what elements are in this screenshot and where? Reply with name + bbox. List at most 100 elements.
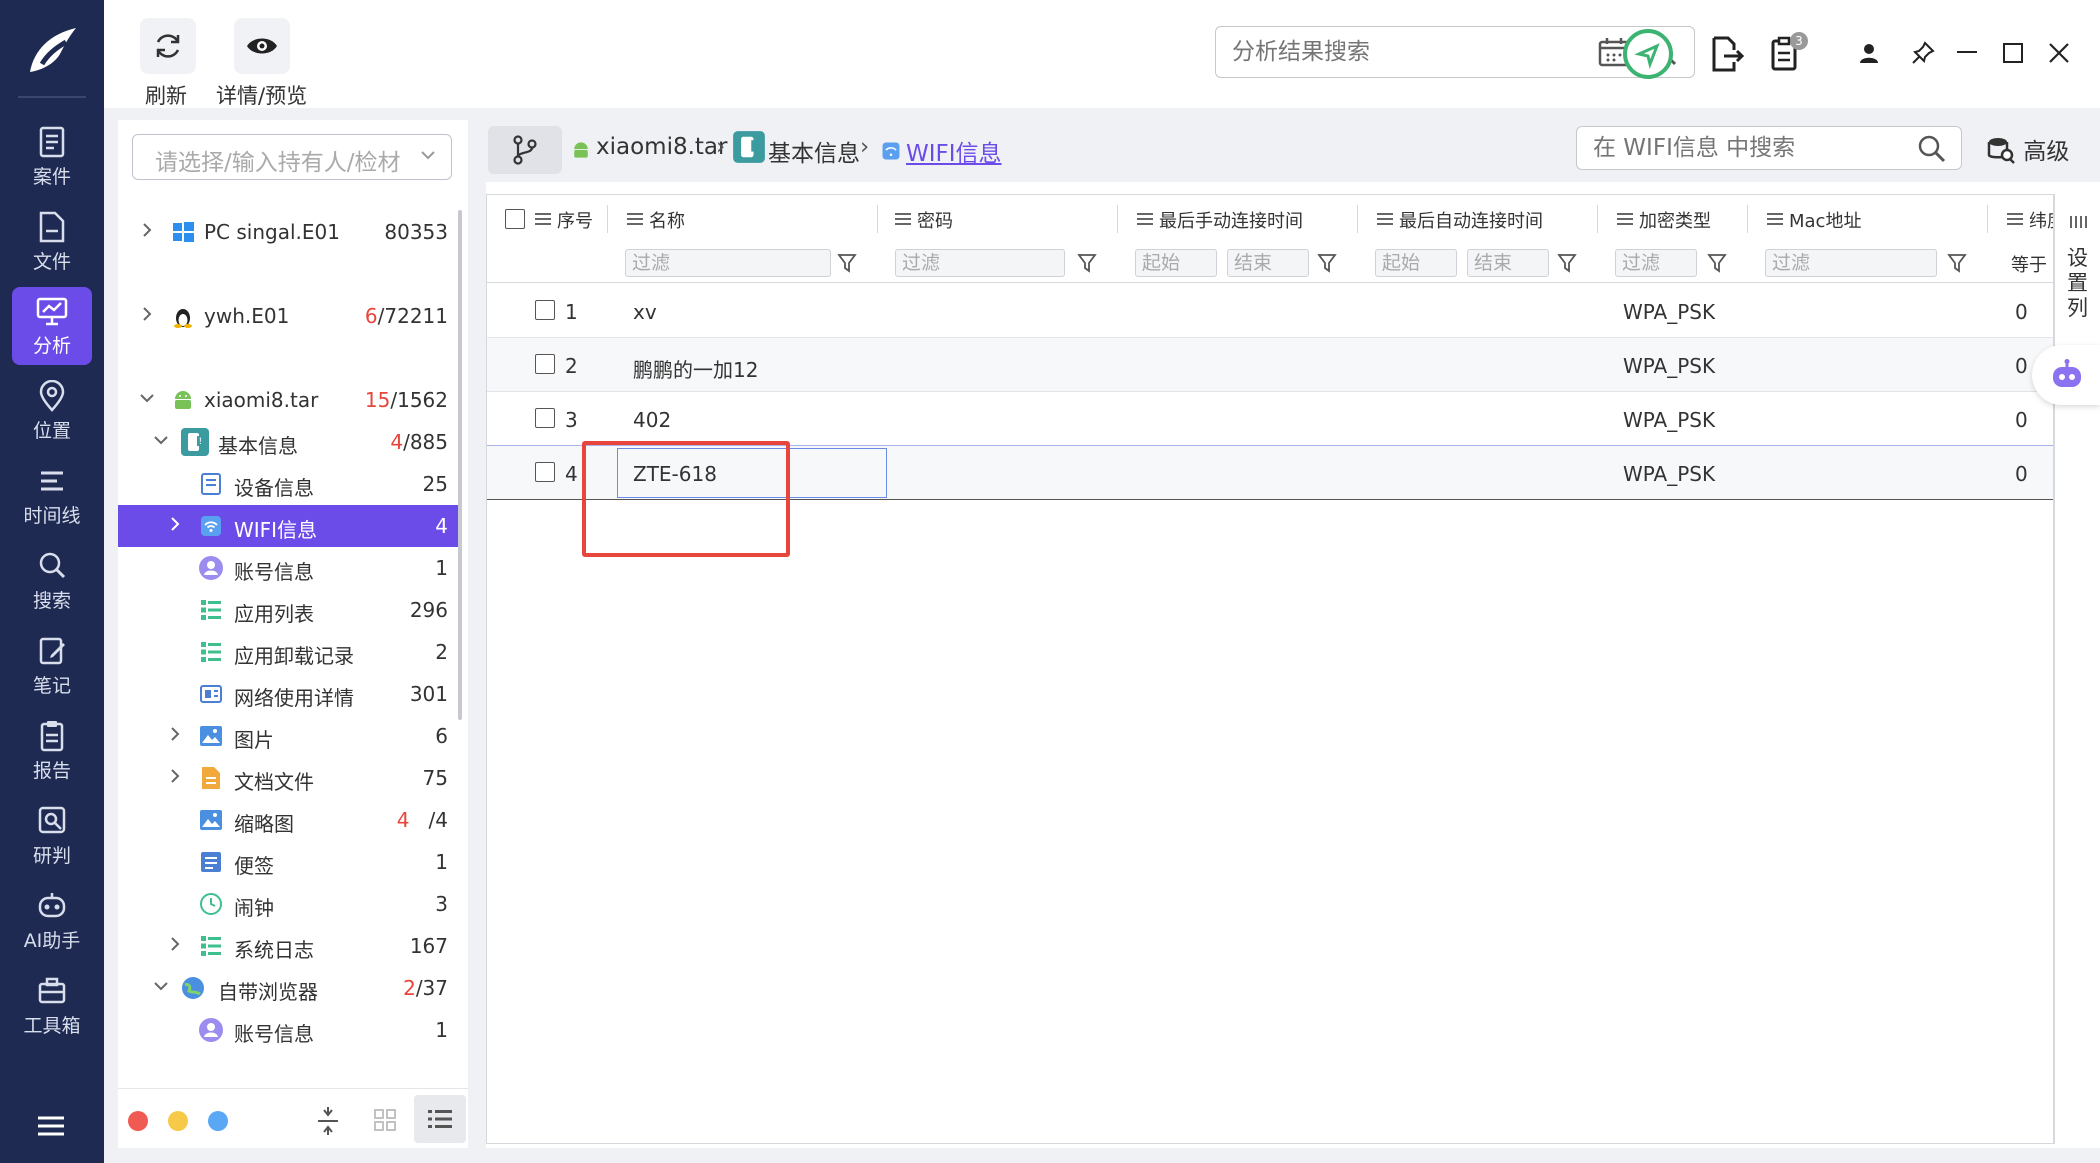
latitude-equals-label[interactable]: 等于 [2011, 251, 2047, 277]
column-menu-icon[interactable] [895, 212, 911, 226]
minimize-icon[interactable] [1956, 50, 1978, 54]
advanced-search-button[interactable]: 高级 [1986, 132, 2069, 166]
column-header-mac[interactable]: Mac地址 [1789, 207, 1861, 233]
grid-view-icon[interactable] [374, 1109, 396, 1131]
breadcrumb-device[interactable]: xiaomi8.tar [596, 134, 727, 160]
chevron-right-icon[interactable] [166, 935, 184, 953]
mac-filter-input[interactable]: 过滤 [1765, 249, 1937, 277]
nav-item-toolbox[interactable]: 工具箱 [12, 967, 92, 1045]
tree-item[interactable]: PC singal.E01 80353 [118, 211, 458, 253]
column-menu-icon[interactable] [535, 212, 551, 226]
nav-item-timeline[interactable]: 时间线 [12, 457, 92, 535]
filter-icon[interactable] [1557, 253, 1577, 273]
wifi-search-box[interactable] [1576, 126, 1962, 170]
table-row[interactable]: 1 xv WPA_PSK 0 [487, 284, 2053, 338]
row-checkbox[interactable] [535, 354, 555, 374]
chevron-down-icon[interactable] [152, 431, 170, 449]
row-checkbox[interactable] [535, 408, 555, 428]
column-menu-icon[interactable] [1137, 212, 1153, 226]
tree-item-selected[interactable]: WIFI信息 4 [118, 505, 458, 547]
tree-item[interactable]: 图片 6 [118, 715, 458, 757]
column-menu-icon[interactable] [2007, 212, 2023, 226]
status-ok-icon[interactable] [1622, 28, 1674, 80]
nav-item-analysis[interactable]: 分析 [12, 287, 92, 365]
chevron-right-icon[interactable] [166, 767, 184, 785]
preview-button[interactable] [234, 18, 290, 74]
column-header-last-manual[interactable]: 最后手动连接时间 [1159, 207, 1303, 233]
case-selector[interactable]: 请选择/输入持有人/检材 [132, 134, 452, 180]
manual-start-input[interactable]: 起始 [1135, 249, 1217, 277]
tree-scrollbar[interactable] [458, 210, 462, 720]
tree-item[interactable]: 便签 1 [118, 841, 458, 883]
cell-name[interactable]: 402 [633, 408, 671, 432]
breadcrumb-current[interactable]: WIFI信息 [906, 134, 1002, 168]
chevron-right-icon[interactable] [138, 221, 156, 239]
cell-name[interactable]: xv [633, 300, 657, 324]
row-checkbox[interactable] [535, 462, 555, 482]
column-menu-icon[interactable] [627, 212, 643, 226]
filter-icon[interactable] [837, 253, 857, 273]
select-all-checkbox[interactable] [505, 209, 525, 229]
refresh-button[interactable] [140, 18, 196, 74]
column-header-password[interactable]: 密码 [917, 207, 953, 233]
chevron-right-icon[interactable] [138, 305, 156, 323]
chevron-right-icon[interactable] [166, 725, 184, 743]
manual-end-input[interactable]: 结束 [1227, 249, 1309, 277]
tree-item[interactable]: 网络使用详情 301 [118, 673, 458, 715]
column-menu-icon[interactable] [1617, 212, 1633, 226]
auto-end-input[interactable]: 结束 [1467, 249, 1549, 277]
analysis-search-input[interactable] [1232, 37, 1592, 67]
chevron-down-icon[interactable] [138, 389, 156, 407]
column-menu-icon[interactable] [1377, 212, 1393, 226]
tree-item[interactable]: 账号信息 1 [118, 547, 458, 589]
red-dot-filter[interactable] [128, 1111, 148, 1131]
filter-icon[interactable] [1077, 253, 1097, 273]
nav-item-case[interactable]: 案件 [12, 118, 92, 196]
filter-icon[interactable] [1317, 253, 1337, 273]
tree-item[interactable]: ywh.E01 6/72211 [118, 295, 458, 337]
table-row[interactable]: 2 鹏鹏的一加12 WPA_PSK 0 [487, 338, 2053, 392]
row-checkbox[interactable] [535, 300, 555, 320]
maximize-icon[interactable] [2002, 42, 2024, 64]
tree-item[interactable]: 文档文件 75 [118, 757, 458, 799]
chevron-down-icon[interactable] [152, 977, 170, 995]
blue-dot-filter[interactable] [208, 1111, 228, 1131]
nav-item-ai-assistant[interactable]: AI助手 [12, 882, 92, 960]
encryption-filter-input[interactable]: 过滤 [1615, 249, 1697, 277]
yellow-dot-filter[interactable] [168, 1111, 188, 1131]
tree-item[interactable]: 应用卸载记录 2 [118, 631, 458, 673]
column-menu-icon[interactable] [1767, 212, 1783, 226]
column-header-latitude[interactable]: 纬度 [2029, 207, 2053, 233]
name-filter-input[interactable]: 过滤 [625, 249, 831, 277]
ai-assistant-float-button[interactable] [2032, 345, 2100, 405]
close-icon[interactable] [2048, 42, 2070, 64]
tree-item[interactable]: 应用列表 296 [118, 589, 458, 631]
search-icon[interactable] [1917, 134, 1947, 164]
tree-item[interactable]: 系统日志 167 [118, 925, 458, 967]
pin-icon[interactable] [1910, 40, 1936, 66]
export-file-icon[interactable] [1710, 36, 1744, 72]
tree-item[interactable]: xiaomi8.tar 15/1562 [118, 379, 458, 421]
branch-button[interactable] [488, 126, 562, 174]
nav-item-location[interactable]: 位置 [12, 372, 92, 450]
wifi-search-input[interactable] [1593, 133, 1913, 163]
nav-item-search[interactable]: 搜索 [12, 542, 92, 620]
column-settings-button[interactable]: 设置列 [2054, 194, 2100, 1144]
list-view-icon[interactable] [414, 1095, 466, 1143]
column-header-encryption[interactable]: 加密类型 [1639, 207, 1711, 233]
tree-item[interactable]: 闹钟 3 [118, 883, 458, 925]
cell-name[interactable]: 鹏鹏的一加12 [633, 354, 758, 383]
tree-item[interactable]: 账号信息 1 [118, 1009, 458, 1051]
auto-start-input[interactable]: 起始 [1375, 249, 1457, 277]
nav-item-file[interactable]: 文件 [12, 203, 92, 281]
user-icon[interactable] [1858, 42, 1880, 64]
chevron-right-icon[interactable] [166, 515, 184, 533]
tree-item[interactable]: 缩略图 4 /4 [118, 799, 458, 841]
breadcrumb-category[interactable]: 基本信息 [768, 134, 860, 168]
nav-item-report[interactable]: 报告 [12, 712, 92, 790]
filter-icon[interactable] [1707, 253, 1727, 273]
collapse-all-icon[interactable] [316, 1107, 340, 1135]
filter-icon[interactable] [1947, 253, 1967, 273]
column-header-index[interactable]: 序号 [557, 207, 593, 233]
hamburger-menu-icon[interactable] [36, 1114, 66, 1142]
